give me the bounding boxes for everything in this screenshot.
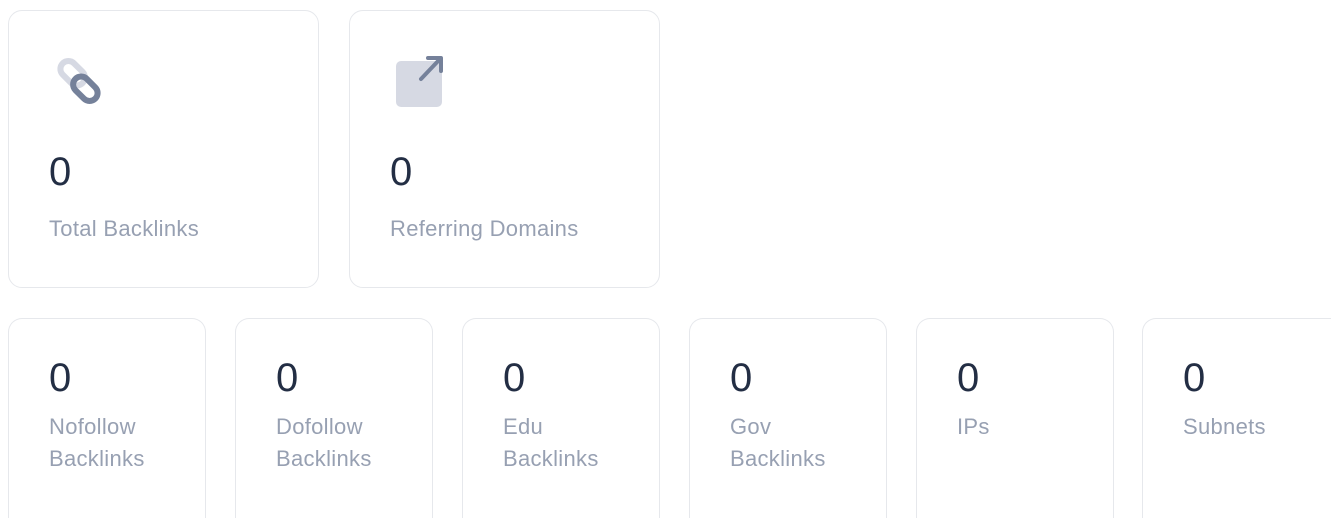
subnets-label: Subnets	[1183, 414, 1266, 439]
stat-card-dofollow-backlinks: 0 Dofollow Backlinks	[235, 318, 433, 518]
stat-card-edu-backlinks: 0 Edu Backlinks	[462, 318, 660, 518]
external-link-icon	[396, 56, 443, 107]
edu-backlinks-label: Edu Backlinks	[503, 414, 599, 471]
referring-domains-label: Referring Domains	[390, 216, 579, 241]
stat-card-ips: 0 IPs	[916, 318, 1114, 518]
nofollow-backlinks-value: 0	[49, 356, 72, 400]
gov-backlinks-label: Gov Backlinks	[730, 414, 826, 471]
referring-domains-value: 0	[390, 150, 413, 194]
dofollow-backlinks-value: 0	[276, 356, 299, 400]
ips-label: IPs	[957, 414, 990, 439]
edu-backlinks-value: 0	[503, 356, 526, 400]
ips-value: 0	[957, 356, 980, 400]
total-backlinks-label: Total Backlinks	[49, 216, 200, 241]
link-icon	[57, 57, 101, 105]
gov-backlinks-value: 0	[730, 356, 753, 400]
nofollow-backlinks-label: Nofollow Backlinks	[49, 414, 145, 471]
stat-card-gov-backlinks: 0 Gov Backlinks	[689, 318, 887, 518]
stat-card-total-backlinks: 0 Total Backlinks	[8, 10, 319, 288]
stat-card-subnets: 0 Subnets	[1142, 318, 1331, 518]
dofollow-backlinks-label: Dofollow Backlinks	[276, 414, 372, 471]
subnets-value: 0	[1183, 356, 1206, 400]
stat-card-nofollow-backlinks: 0 Nofollow Backlinks	[8, 318, 206, 518]
stat-card-referring-domains: 0 Referring Domains	[349, 10, 660, 288]
total-backlinks-value: 0	[49, 150, 72, 194]
